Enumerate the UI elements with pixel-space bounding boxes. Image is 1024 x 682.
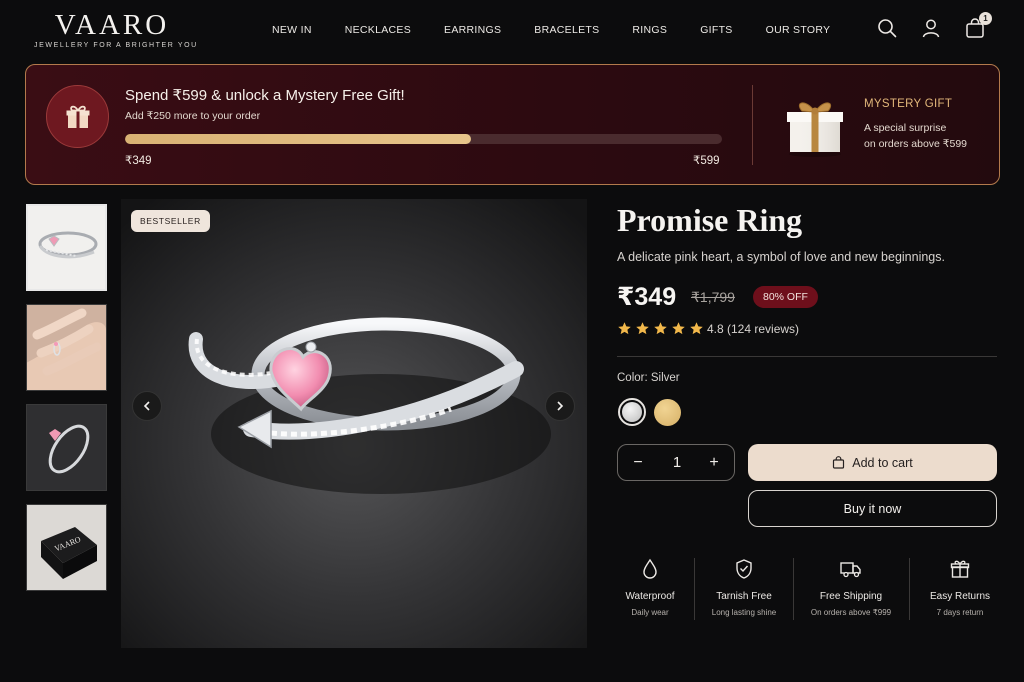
site-header: VAARO JEWELLERY FOR A BRIGHTER YOU NEW I… [0, 0, 1024, 62]
add-to-cart-label: Add to cart [852, 455, 913, 470]
divider [617, 356, 997, 357]
next-image-button[interactable] [545, 391, 575, 421]
feature-waterproof: Waterproof Daily wear [620, 558, 680, 617]
promo-banner: Spend ₹599 & unlock a Mystery Free Gift!… [25, 64, 1000, 185]
nav-new-in[interactable]: NEW IN [272, 24, 312, 36]
brand-logo[interactable]: VAARO JEWELLERY FOR A BRIGHTER YOU [34, 9, 198, 49]
gift-progress-bar [125, 134, 722, 144]
progress-max-label: ₹599 [693, 155, 720, 167]
product-original-price: ₹1,799 [691, 289, 735, 305]
thumbnail-ring-on-hand[interactable] [26, 304, 107, 391]
feature-free-shipping: Free Shipping On orders above ₹999 [803, 558, 899, 617]
search-icon[interactable] [876, 17, 898, 39]
feature-divider [909, 558, 910, 620]
product-description: A delicate pink heart, a symbol of love … [617, 250, 945, 264]
shopping-bag-icon[interactable]: 1 [964, 12, 992, 39]
mystery-gift-description: A special surprise on orders above ₹599 [864, 120, 967, 152]
progress-min-label: ₹349 [125, 155, 152, 167]
rating-stars [617, 321, 704, 336]
header-actions: 1 [876, 12, 992, 39]
gift-progress-fill [125, 134, 472, 144]
brand-name: VAARO [54, 9, 170, 41]
product-title: Promise Ring [617, 202, 803, 238]
feature-subtitle: Daily wear [631, 608, 669, 617]
quantity-value[interactable]: 1 [670, 454, 684, 471]
nav-gifts[interactable]: GIFTS [700, 24, 732, 36]
color-swatch-silver[interactable] [618, 398, 646, 426]
nav-earrings[interactable]: EARRINGS [444, 24, 501, 36]
discount-badge: 80% OFF [753, 286, 818, 308]
nav-necklaces[interactable]: NECKLACES [345, 24, 411, 36]
buy-now-button[interactable]: Buy it now [748, 490, 997, 527]
feature-divider [694, 558, 695, 620]
brand-tagline: JEWELLERY FOR A BRIGHTER YOU [34, 42, 198, 49]
promo-title: Spend ₹599 & unlock a Mystery Free Gift! [125, 87, 405, 104]
feature-title: Easy Returns [929, 591, 991, 602]
truck-icon [803, 558, 899, 582]
thumbnail-gift-box[interactable]: VAARO [26, 504, 107, 591]
water-drop-icon [620, 558, 680, 582]
buy-now-label: Buy it now [843, 501, 902, 516]
feature-subtitle: On orders above ₹999 [810, 608, 892, 617]
feature-divider [793, 558, 794, 620]
main-nav: NEW IN NECKLACES EARRINGS BRACELETS RING… [272, 24, 863, 36]
mystery-desc-line2: on orders above ₹599 [864, 138, 968, 150]
quantity-stepper: − 1 + [617, 444, 735, 481]
product-price: ₹349 [617, 283, 677, 311]
bestseller-badge: BESTSELLER [131, 210, 210, 232]
color-swatch-gold[interactable] [654, 399, 681, 426]
user-icon[interactable] [920, 17, 942, 39]
decrease-quantity-button[interactable]: − [627, 452, 649, 474]
rating-text[interactable]: 4.8 (124 reviews) [707, 322, 799, 336]
nav-bracelets[interactable]: BRACELETS [534, 24, 599, 36]
chevron-right-icon [557, 401, 564, 411]
add-to-cart-button[interactable]: Add to cart [748, 444, 997, 481]
feature-title: Free Shipping [819, 591, 883, 602]
shopping-bag-icon [833, 456, 845, 469]
feature-easy-returns: Easy Returns 7 days return [924, 558, 996, 617]
chevron-left-icon [143, 401, 150, 411]
star-icon [672, 322, 685, 335]
banner-divider [752, 85, 753, 165]
feature-subtitle: Long lasting shine [711, 608, 777, 617]
color-label: Color: Silver [617, 372, 680, 384]
mystery-desc-line1: A special surprise [864, 122, 947, 134]
feature-subtitle: 7 days return [936, 608, 984, 617]
mystery-gift-title: MYSTERY GIFT [864, 98, 953, 110]
nav-our-story[interactable]: OUR STORY [766, 24, 831, 36]
mystery-gift-box-image [784, 94, 846, 158]
thumbnail-ring-product-shot[interactable] [26, 204, 107, 291]
gift-icon [46, 85, 109, 148]
nav-rings[interactable]: RINGS [632, 24, 667, 36]
feature-tarnish-free: Tarnish Free Long lasting shine [704, 558, 784, 617]
prev-image-button[interactable] [132, 391, 162, 421]
star-icon [654, 322, 667, 335]
promo-subtitle: Add ₹250 more to your order [125, 110, 261, 122]
gift-icon [924, 558, 996, 582]
star-icon [618, 322, 631, 335]
thumbnail-ring-angle-view[interactable] [26, 404, 107, 491]
star-icon [690, 322, 703, 335]
cart-count-badge: 1 [979, 12, 992, 25]
feature-title: Waterproof [625, 591, 675, 602]
increase-quantity-button[interactable]: + [703, 452, 725, 474]
shield-check-icon [704, 558, 784, 582]
product-main-image: BESTSELLER [121, 199, 587, 648]
star-icon [636, 322, 649, 335]
feature-title: Tarnish Free [716, 591, 772, 602]
